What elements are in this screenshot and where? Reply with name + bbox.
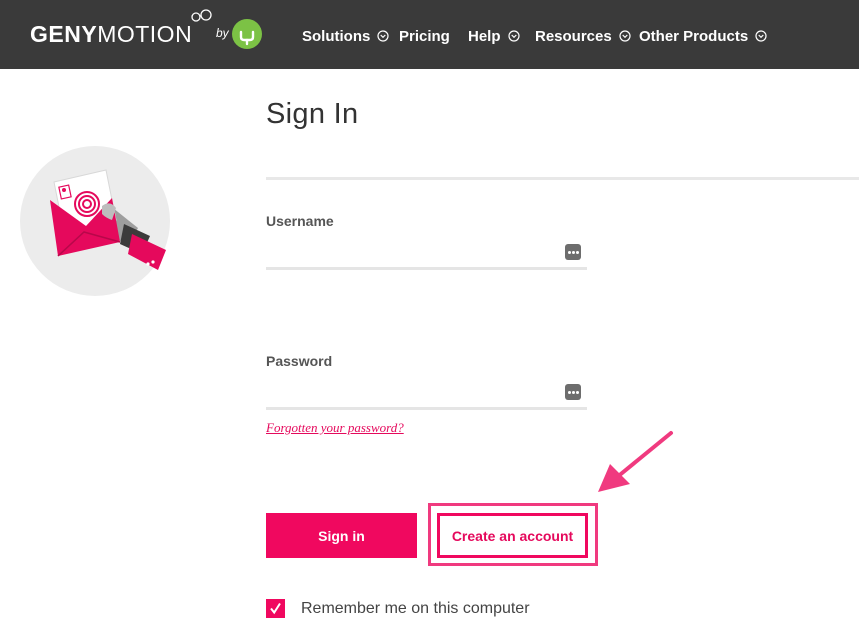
genymobile-badge-icon xyxy=(232,19,262,49)
remember-me-checkbox[interactable] xyxy=(266,599,285,618)
chevron-down-circle-icon xyxy=(755,30,767,42)
genymotion-logo[interactable]: GENY MOTION xyxy=(30,9,212,50)
username-field[interactable] xyxy=(266,240,587,270)
remember-me-label: Remember me on this computer xyxy=(301,599,530,617)
checkmark-icon xyxy=(270,602,281,615)
nav-solutions[interactable]: Solutions xyxy=(302,26,389,46)
username-label: Username xyxy=(266,213,334,229)
logo-text-motion: MOTION xyxy=(97,21,193,47)
title-divider xyxy=(266,177,859,180)
password-field[interactable] xyxy=(266,380,587,410)
nav-resources-label: Resources xyxy=(535,27,612,45)
logo-by-label: by xyxy=(216,26,229,40)
fingerprint-envelope-icon xyxy=(20,146,170,296)
chevron-down-circle-icon xyxy=(507,30,520,42)
nav-other-products[interactable]: Other Products xyxy=(639,26,767,46)
password-manager-icon[interactable] xyxy=(565,384,581,400)
logo-dots-icon xyxy=(191,9,212,22)
nav-help[interactable]: Help xyxy=(468,26,520,46)
nav-pricing-label: Pricing xyxy=(399,27,450,45)
remember-me-row: Remember me on this computer xyxy=(266,599,530,618)
top-navbar: GENY MOTION by Solutions Pricing Help Res… xyxy=(0,0,859,69)
logo-text-geny: GENY xyxy=(30,21,98,47)
forgot-password-link[interactable]: Forgotten your password? xyxy=(266,420,404,436)
create-account-button[interactable]: Create an account xyxy=(437,513,588,558)
nav-pricing[interactable]: Pricing xyxy=(399,26,450,46)
pointer-arrow-icon xyxy=(598,431,673,492)
nav-solutions-label: Solutions xyxy=(302,27,371,45)
page-title: Sign In xyxy=(266,98,359,130)
password-manager-icon[interactable] xyxy=(565,244,581,260)
nav-resources[interactable]: Resources xyxy=(535,26,631,46)
chevron-down-circle-icon xyxy=(619,30,631,42)
chevron-down-circle-icon xyxy=(377,30,389,42)
password-label: Password xyxy=(266,353,333,369)
nav-help-label: Help xyxy=(468,27,501,45)
sign-in-button[interactable]: Sign in xyxy=(266,513,417,558)
nav-other-products-label: Other Products xyxy=(639,27,749,45)
